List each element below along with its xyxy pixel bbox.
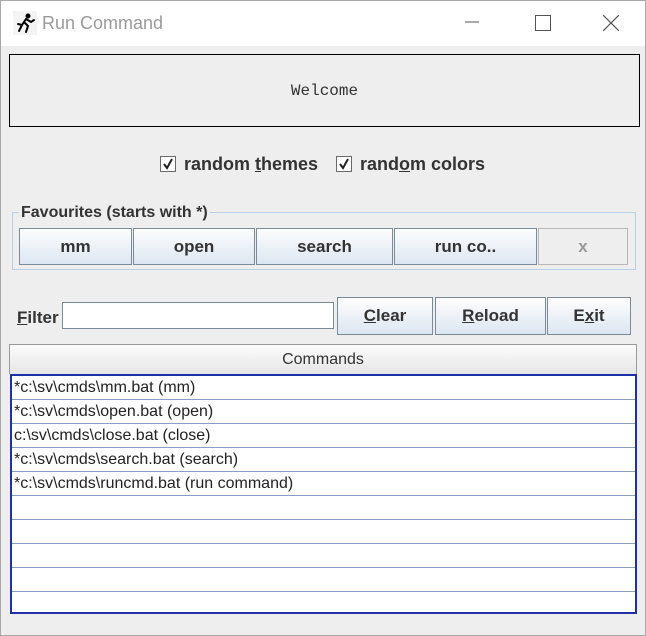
run-command-window: Run Command Welcome random themes random… xyxy=(0,0,646,636)
commands-column-header[interactable]: Commands xyxy=(9,344,637,374)
favourite-button-mm[interactable]: mm xyxy=(19,228,132,265)
table-row[interactable] xyxy=(12,496,635,520)
minimize-icon xyxy=(465,21,479,23)
random-colors-checkbox[interactable] xyxy=(336,156,352,172)
table-row[interactable] xyxy=(12,544,635,568)
window-title: Run Command xyxy=(42,13,164,33)
welcome-banner: Welcome xyxy=(9,54,640,127)
table-row[interactable] xyxy=(12,520,635,544)
filter-input[interactable] xyxy=(62,302,334,329)
running-man-icon xyxy=(13,11,37,35)
favourites-legend: Favourites (starts with *) xyxy=(19,204,210,222)
favourite-button-open[interactable]: open xyxy=(133,228,255,265)
maximize-button[interactable] xyxy=(507,1,577,46)
title-bar: Run Command xyxy=(1,1,645,46)
maximize-icon xyxy=(535,15,551,31)
table-row[interactable] xyxy=(12,592,635,616)
filter-label: Filter xyxy=(17,308,59,327)
random-themes-option[interactable]: random themes xyxy=(160,153,318,175)
random-colors-label: random colors xyxy=(360,153,486,174)
random-themes-label: random themes xyxy=(184,153,319,174)
close-icon xyxy=(603,15,619,31)
table-row[interactable] xyxy=(12,568,635,592)
commands-table: Commands *c:\sv\cmds\mm.bat (mm) *c:\sv\… xyxy=(9,344,637,614)
table-row[interactable]: *c:\sv\cmds\open.bat (open) xyxy=(12,400,635,424)
favourite-button-x: x xyxy=(538,228,628,265)
random-colors-option[interactable]: random colors xyxy=(336,153,485,175)
random-themes-checkbox[interactable] xyxy=(160,156,176,172)
table-row[interactable]: *c:\sv\cmds\runcmd.bat (run command) xyxy=(12,472,635,496)
minimize-button[interactable] xyxy=(437,1,507,46)
table-row[interactable]: *c:\sv\cmds\search.bat (search) xyxy=(12,448,635,472)
clear-button[interactable]: Clear xyxy=(337,297,433,335)
exit-button[interactable]: Ex it xyxy=(547,297,631,335)
table-row[interactable]: *c:\sv\cmds\mm.bat (mm) xyxy=(12,376,635,400)
commands-table-body: *c:\sv\cmds\mm.bat (mm) *c:\sv\cmds\open… xyxy=(10,374,637,614)
favourite-button-run-command[interactable]: run co.. xyxy=(394,228,537,265)
table-row[interactable]: c:\sv\cmds\close.bat (close) xyxy=(12,424,635,448)
reload-button[interactable]: Reload xyxy=(435,297,546,335)
checkmark-icon xyxy=(339,158,349,170)
favourite-button-search[interactable]: search xyxy=(256,228,393,265)
checkmark-icon xyxy=(163,158,173,170)
close-button[interactable] xyxy=(575,1,645,46)
